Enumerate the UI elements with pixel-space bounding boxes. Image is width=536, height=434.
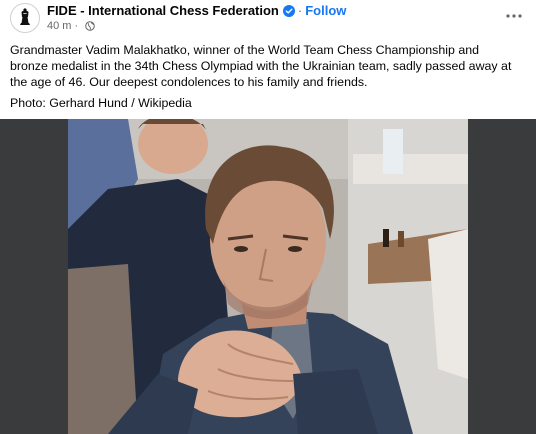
meta-separator-dot: · (74, 20, 79, 32)
post-timestamp[interactable]: 40 m (47, 20, 71, 32)
post-meta: 40 m · (47, 20, 95, 32)
post-header: FIDE - International Chess Federation · … (0, 0, 536, 36)
post-photo[interactable] (0, 119, 536, 434)
author-line: FIDE - International Chess Federation · … (47, 3, 346, 18)
page-avatar[interactable] (10, 3, 40, 33)
page-name-link[interactable]: FIDE - International Chess Federation (47, 3, 279, 18)
follow-button[interactable]: Follow (305, 3, 346, 18)
verified-badge-icon (282, 4, 295, 17)
photo-credit: Photo: Gerhard Hund / Wikipedia (10, 96, 192, 110)
facebook-post: FIDE - International Chess Federation · … (0, 0, 536, 434)
globe-icon[interactable] (85, 21, 95, 31)
post-text: Grandmaster Vadim Malakhatko, winner of … (10, 43, 512, 89)
portrait-image (68, 119, 468, 434)
fide-logo-icon (12, 5, 38, 31)
more-options-icon[interactable] (506, 8, 522, 24)
separator-dot: · (297, 3, 303, 18)
